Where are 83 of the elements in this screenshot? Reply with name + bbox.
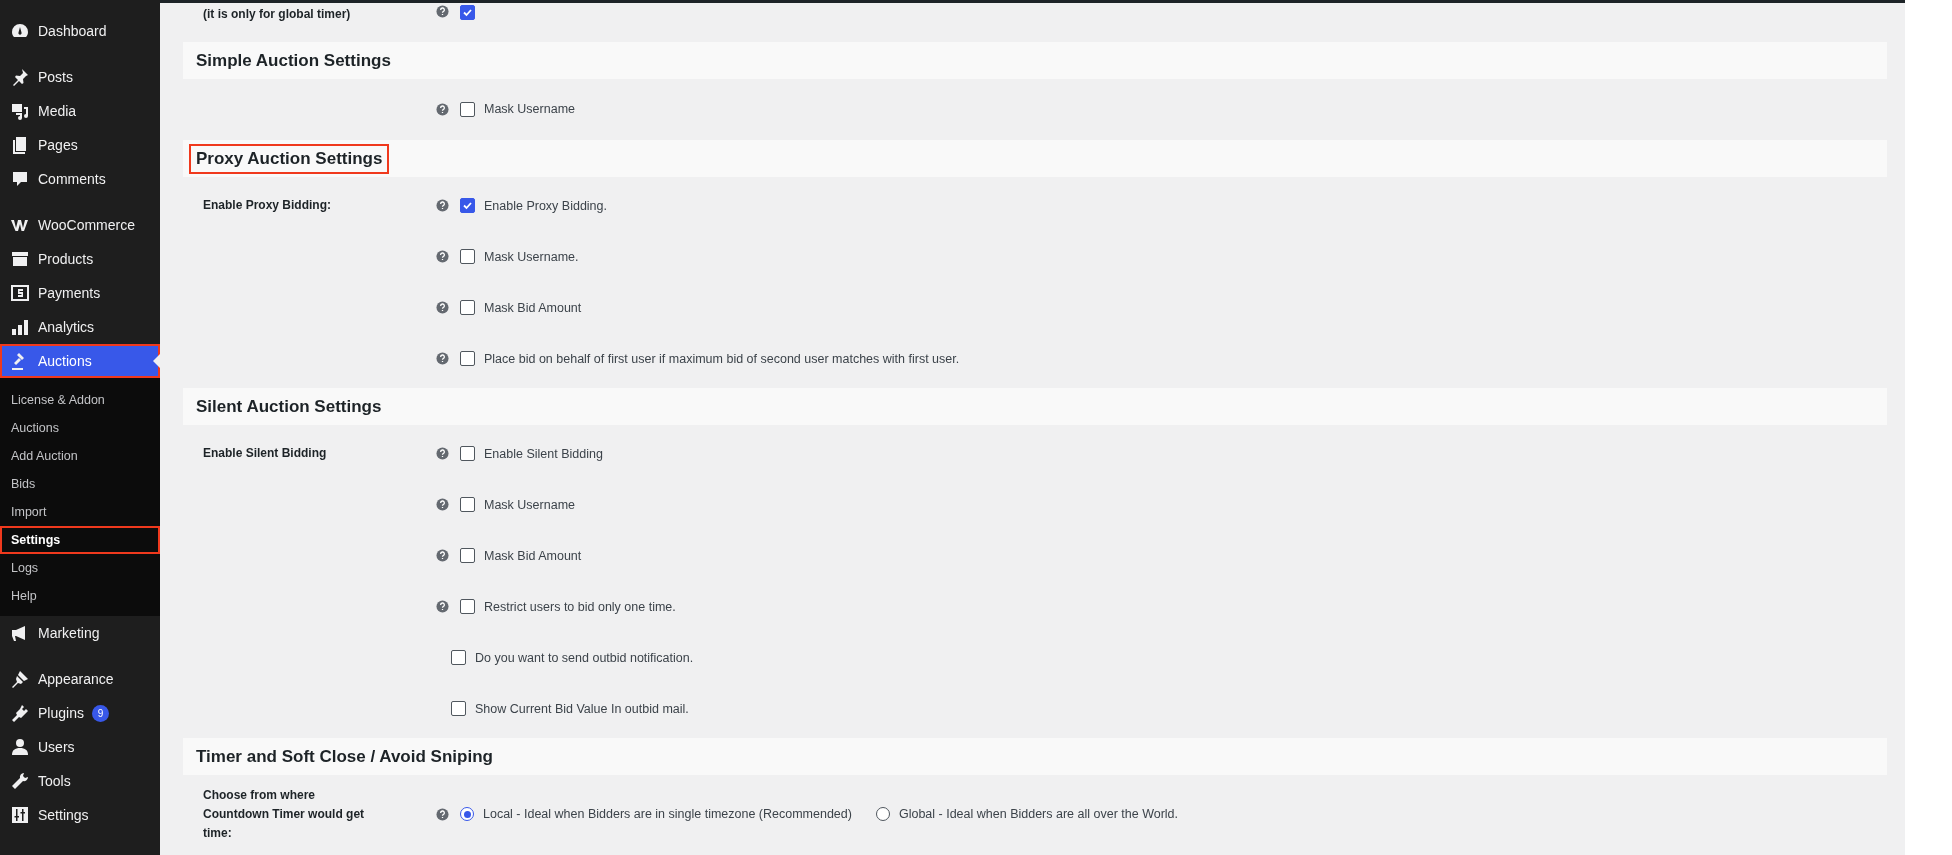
submenu-item[interactable]: Bids — [0, 470, 160, 498]
checkmark-icon — [462, 7, 473, 18]
submenu-item[interactable]: Add Auction — [0, 442, 160, 470]
checkbox[interactable] — [460, 101, 475, 117]
field-label: Enable Proxy Bidding: — [203, 197, 331, 214]
sidebar-menu-item[interactable]: Users — [0, 730, 160, 764]
checkbox-label: Mask Username — [484, 497, 575, 512]
section-heading: Proxy Auction Settings — [189, 143, 390, 174]
checkbox-label: Restrict users to bid only one time. — [484, 599, 676, 614]
radio-button[interactable] — [460, 807, 474, 821]
help-icon[interactable] — [436, 600, 449, 613]
checkbox-label: Mask Username. — [484, 249, 579, 264]
help-icon[interactable] — [436, 102, 449, 116]
help-icon[interactable] — [436, 5, 449, 18]
submenu-item[interactable]: Auctions — [0, 414, 160, 442]
checkbox-label: Enable Silent Bidding — [484, 446, 603, 461]
checkbox[interactable] — [451, 701, 466, 716]
checkbox-label: Do you want to send outbid notification. — [475, 650, 694, 665]
help-icon[interactable] — [436, 447, 449, 460]
sidebar-menu-item[interactable]: Marketing — [0, 616, 160, 650]
sidebar-menu-item[interactable]: WooCommerce — [0, 208, 160, 242]
checkbox-label: Mask Username — [484, 102, 575, 116]
count-badge: 9 — [91, 704, 109, 722]
help-icon[interactable] — [436, 301, 449, 314]
sidebar-menu-item[interactable]: Settings — [0, 798, 160, 832]
checkbox[interactable] — [460, 548, 475, 563]
photo-music-icon — [10, 101, 30, 121]
sidebar-menu-item[interactable]: Media — [0, 94, 160, 128]
field-label: (it is only for global timer) — [203, 6, 351, 23]
box-icon — [10, 249, 30, 269]
help-icon[interactable] — [436, 199, 449, 212]
paintbrush-icon — [10, 669, 30, 689]
checkbox[interactable] — [451, 650, 466, 665]
checkbox[interactable] — [460, 446, 475, 461]
submenu-item[interactable]: Logs — [0, 554, 160, 582]
submenu-item[interactable]: Help — [0, 582, 160, 610]
sidebar-menu-item[interactable]: Pages — [0, 128, 160, 162]
field-label: Choose from where Countdown Timer would get time: — [203, 786, 366, 842]
checkbox-label: Mask Bid Amount — [484, 548, 582, 563]
sidebar-menu-item[interactable]: Auctions — [0, 344, 160, 378]
sidebar-menu-item[interactable]: Products — [0, 242, 160, 276]
sidebar-menu-item[interactable]: Plugins 9 — [0, 696, 160, 730]
checkbox-label: Mask Bid Amount — [484, 300, 582, 315]
submenu-item[interactable]: Import — [0, 498, 160, 526]
checkbox[interactable] — [460, 249, 475, 264]
sidebar-menu-item[interactable]: Appearance — [0, 662, 160, 696]
sidebar-menu-item[interactable]: Payments — [0, 276, 160, 310]
submenu-item[interactable]: Settings — [0, 526, 160, 554]
user-icon — [10, 737, 30, 757]
help-icon[interactable] — [436, 352, 449, 365]
help-icon[interactable] — [436, 498, 449, 511]
sidebar-menu-item[interactable]: Dashboard — [0, 14, 160, 48]
sidebar-menu-item[interactable]: Posts — [0, 60, 160, 94]
section-heading: Simple Auction Settings — [195, 49, 392, 72]
help-icon[interactable] — [436, 807, 449, 821]
dollar-card-icon — [10, 283, 30, 303]
checkbox[interactable] — [460, 351, 475, 366]
checkbox[interactable] — [460, 198, 475, 213]
section-heading: Timer and Soft Close / Avoid Sniping — [195, 745, 494, 768]
radio-label: Global - Ideal when Bidders are all over the World. — [898, 807, 1179, 821]
sliders-icon — [10, 805, 30, 825]
field-label: Enable Silent Bidding — [203, 445, 327, 462]
checkbox[interactable] — [460, 497, 475, 512]
help-icon[interactable] — [436, 549, 449, 562]
checkbox-label: Place bid on behalf of first user if maximum bid of second user matches with first user. — [484, 351, 960, 366]
checkbox[interactable] — [460, 5, 475, 20]
section-heading: Silent Auction Settings — [195, 395, 383, 418]
radio-label: Local - Ideal when Bidders are in single timezone (Recommended) — [483, 807, 852, 821]
help-icon[interactable] — [436, 250, 449, 263]
submenu-item[interactable]: License & Addon — [0, 386, 160, 414]
checkbox-label: Show Current Bid Value In outbid mail. — [475, 701, 689, 716]
plug-icon — [10, 703, 30, 723]
checkbox-label: Enable Proxy Bidding. — [484, 198, 607, 213]
sidebar-menu-item[interactable]: Analytics — [0, 310, 160, 344]
checkmark-icon — [462, 200, 473, 211]
wrench-icon — [10, 771, 30, 791]
sidebar-menu-item[interactable]: Comments — [0, 162, 160, 196]
sidebar-menu-item[interactable]: Tools — [0, 764, 160, 798]
speech-bubble-icon — [10, 169, 30, 189]
checkbox[interactable] — [460, 599, 475, 614]
radio-button[interactable] — [875, 807, 890, 821]
bar-chart-icon — [10, 317, 30, 337]
checkbox[interactable] — [460, 300, 475, 315]
